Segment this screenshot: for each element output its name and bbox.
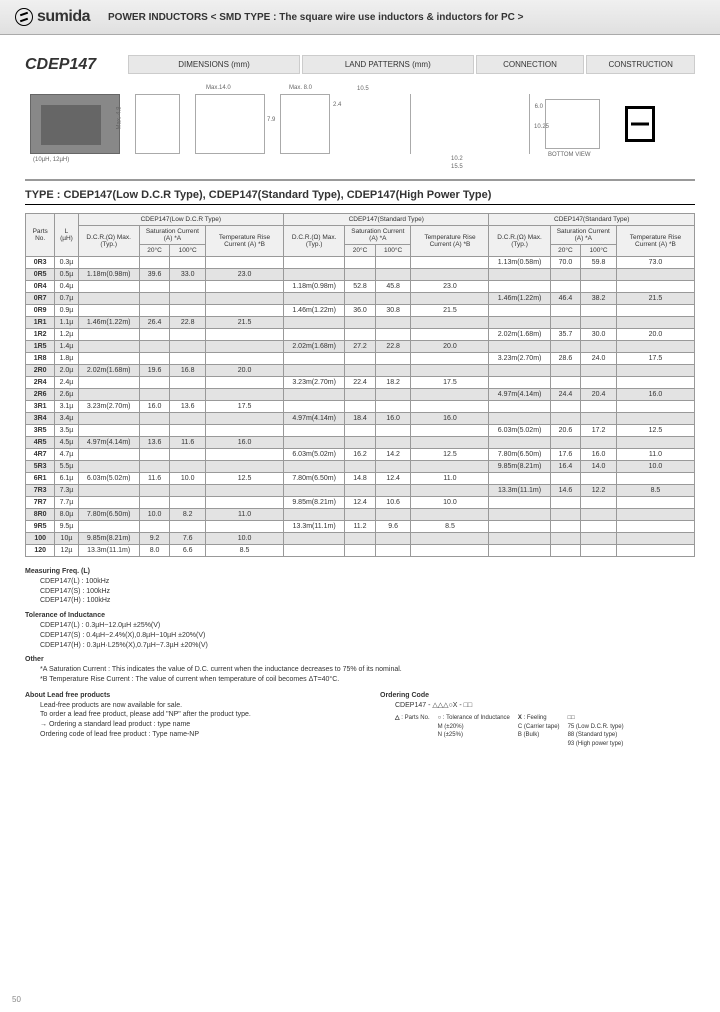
table-row: 2R02.0µ2.02m(1.68m)19.616.820.0 — [26, 365, 695, 377]
table-row: 5R35.5µ9.85m(8.21m)16.414.010.0 — [26, 461, 695, 473]
th-parts: Parts No. — [26, 214, 55, 257]
oc-format: CDEP147 - △△△○X - □□ — [380, 701, 695, 711]
table-row: 0R40.4µ1.18m(0.98m)52.845.823.0 — [26, 281, 695, 293]
connection-view: BOTTOM VIEW — [545, 99, 600, 149]
table-row: 1R81.8µ3.23m(2.70m)28.624.017.5 — [26, 353, 695, 365]
dim-side-view: Max. 4.8 — [135, 94, 180, 154]
th-group2: CDEP147(Standard Type) — [284, 214, 489, 226]
table-row: 0R30.3µ1.13m(0.58m)70.059.873.0 — [26, 257, 695, 269]
table-row: 9R59.5µ13.3m(11.1m)11.29.68.5 — [26, 521, 695, 533]
logo-text: sumida — [37, 8, 90, 26]
dim-front-view: Max. 8.0 7.9 — [280, 94, 330, 154]
table-row: 7R37.3µ13.3m(11.1m)14.612.28.5 — [26, 485, 695, 497]
type-title: TYPE : CDEP147(Low D.C.R Type), CDEP147(… — [25, 189, 695, 205]
spec-table: Parts No. L (µH) CDEP147(Low D.C.R Type)… — [25, 213, 695, 557]
table-row: 8R08.0µ7.80m(6.50m)10.08.211.0 — [26, 509, 695, 521]
table-row: 3R53.5µ6.03m(5.02m)20.617.212.5 — [26, 425, 695, 437]
dim-pad: 10.5 2.4 — [345, 94, 395, 154]
part-number-title: CDEP147 — [25, 56, 96, 74]
th-l: L (µH) — [55, 214, 78, 257]
sh-connection: CONNECTION — [476, 55, 585, 74]
table-row: 4R54.5µ4.97m(4.14m)13.611.616.0 — [26, 437, 695, 449]
table-row: 2R42.4µ3.23m(2.70m)22.418.217.5 — [26, 377, 695, 389]
dim-top-view: Max.14.0 — [195, 94, 265, 154]
th-group3: CDEP147(Standard Type) — [489, 214, 695, 226]
land-pattern: 6.0 10.25 10.2 15.5 — [410, 94, 530, 154]
tol-title: Tolerance of Inductance — [25, 612, 105, 619]
table-row: 12012µ13.3m(11.1m)8.06.68.5 — [26, 545, 695, 557]
table-row: 0R90.9µ1.46m(1.22m)36.030.821.5 — [26, 305, 695, 317]
table-row: 1R51.4µ2.02m(1.68m)27.222.820.0 — [26, 341, 695, 353]
header-bar: sumida POWER INDUCTORS < SMD TYPE : The … — [0, 0, 720, 35]
table-row: 3R13.1µ3.23m(2.70m)16.013.617.5 — [26, 401, 695, 413]
table-row: 2R62.6µ4.97m(4.14m)24.420.416.0 — [26, 389, 695, 401]
logo-icon — [15, 8, 33, 26]
table-row: 4R74.7µ6.03m(5.02m)16.214.212.57.80m(6.5… — [26, 449, 695, 461]
sh-construction: CONSTRUCTION — [586, 55, 695, 74]
drawings-row: (10µH, 12µH) Max. 4.8 Max.14.0 Max. 8.0 … — [25, 84, 695, 164]
page-number: 50 — [12, 995, 21, 1004]
sh-dimensions: DIMENSIONS (mm) — [128, 55, 300, 74]
table-row: 3R43.4µ4.97m(4.14m)18.416.016.0 — [26, 413, 695, 425]
table-row: 7R77.7µ9.85m(8.21m)12.410.610.0 — [26, 497, 695, 509]
sh-landpatterns: LAND PATTERNS (mm) — [302, 55, 474, 74]
th-group1: CDEP147(Low D.C.R Type) — [78, 214, 283, 226]
table-row: 10010µ9.85m(8.21m)9.27.610.0 — [26, 533, 695, 545]
product-photo: (10µH, 12µH) — [30, 94, 120, 154]
logo: sumida — [15, 8, 90, 26]
mf-title: Measuring Freq. (L) — [25, 568, 90, 575]
construction-icon — [625, 106, 655, 142]
header-title: POWER INDUCTORS < SMD TYPE : The square … — [108, 12, 523, 23]
table-row: 1R21.2µ2.02m(1.68m)35.730.020.0 — [26, 329, 695, 341]
table-row: 1R11.1µ1.46m(1.22m)26.422.821.5 — [26, 317, 695, 329]
notes-block: Measuring Freq. (L) CDEP147(L) : 100kHzC… — [25, 567, 695, 748]
lf-title: About Lead free products — [25, 691, 340, 701]
table-row: 0R70.7µ1.46m(1.22m)46.438.221.5 — [26, 293, 695, 305]
oc-title: Ordering Code — [380, 691, 695, 701]
table-row: 0R50.5µ1.18m(0.98m)39.633.023.0 — [26, 269, 695, 281]
divider — [25, 179, 695, 181]
table-row: 6R16.1µ6.03m(5.02m)11.610.012.57.80m(6.5… — [26, 473, 695, 485]
other-title: Other — [25, 656, 44, 663]
